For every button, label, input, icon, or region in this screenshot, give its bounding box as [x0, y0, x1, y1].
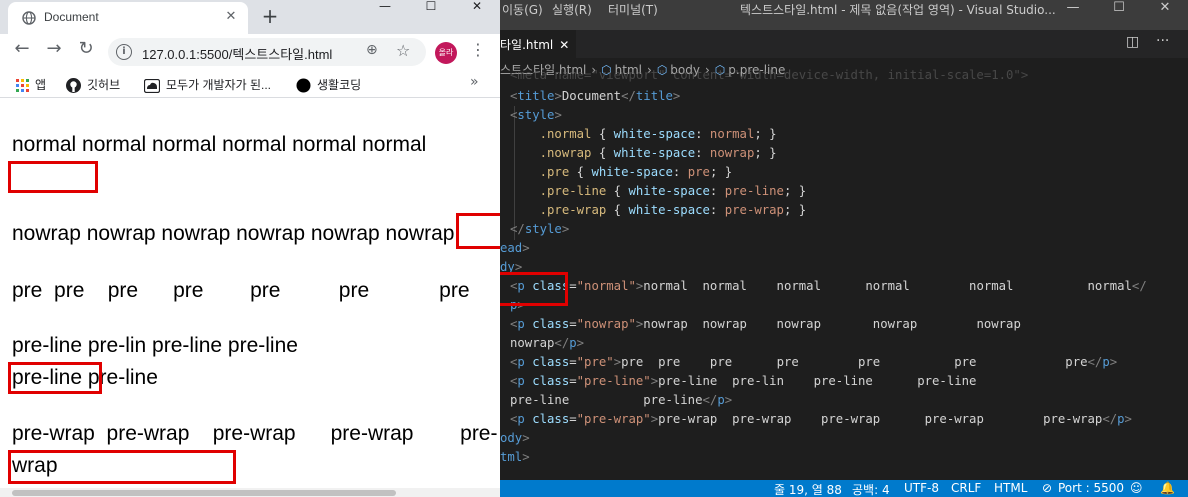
paragraph-normal: normal normal normal normal normal norma…	[12, 133, 427, 156]
code-line-8: .pre-wrap { white-space: pre-wrap; }	[539, 203, 807, 217]
status-language[interactable]: HTML	[994, 481, 1027, 495]
github-icon	[66, 78, 81, 94]
code-line-18: pre-line pre-line</p>	[510, 393, 733, 407]
bookmark-opentutorials[interactable]: 생활코딩	[296, 76, 361, 93]
bookmark-github[interactable]: 깃허브	[66, 76, 121, 94]
code-line-7: .pre-line { white-space: pre-line; }	[539, 184, 807, 198]
reload-icon[interactable]: ↻	[72, 38, 100, 66]
close-window-icon[interactable]: ✕	[454, 0, 500, 14]
code-line-19: <p class="pre-wrap">pre-wrap pre-wrap pr…	[510, 412, 1132, 426]
bookmarks-bar: 앱 깃허브 모두가 개발자가 된... 생활코딩 »	[0, 70, 500, 98]
tab-title: Document	[44, 10, 99, 24]
vscode-close-icon[interactable]: ✕	[1142, 0, 1188, 30]
code-line-4: .normal { white-space: normal; }	[539, 127, 777, 141]
bookmark-label: 깃허브	[87, 78, 121, 92]
tab-close-icon[interactable]: ✕	[220, 6, 242, 28]
editor-tab[interactable]: 타일.html ✕	[500, 30, 576, 58]
paragraph-pre: pre pre pre pre pre pre pre	[12, 279, 470, 302]
bookmark-star-icon[interactable]: ☆	[396, 41, 410, 60]
code-line-16: <p class="pre">pre pre pre pre pre pre p…	[510, 355, 1118, 369]
status-eol[interactable]: CRLF	[951, 481, 981, 495]
code-line-14: <p class="nowrap">nowrap nowrap nowrap n…	[510, 317, 1021, 331]
vscode-window-title: 텍스트스타일.html - 제목 없음(작업 영역) - Visual Stud…	[740, 3, 1056, 17]
notifications-bell-icon[interactable]: 🔔	[1160, 481, 1175, 495]
code-line-3: <style>	[510, 108, 562, 122]
live-server-icon: ⊘	[1042, 481, 1053, 495]
browser-window: Document ✕ + — ☐ ✕ ← → ↻ i 127.0.0.1:550…	[0, 0, 500, 497]
bookmark-label: 모두가 개발자가 된...	[166, 78, 271, 92]
bookmark-label: 생활코딩	[317, 78, 362, 92]
globe-icon	[22, 11, 36, 25]
editor-tab-label: 타일.html	[500, 38, 554, 52]
editor-tab-close-icon[interactable]: ✕	[559, 38, 569, 52]
bookmark-apps[interactable]: 앱	[16, 76, 46, 93]
url-text[interactable]: 127.0.0.1:5500/텍스트스타일.html	[142, 44, 332, 63]
vscode-maximize-icon[interactable]: ☐	[1096, 0, 1142, 30]
split-editor-icon[interactable]: ◫	[1126, 34, 1139, 50]
highlight-box-pre-line	[8, 362, 102, 394]
highlight-box-pre-wrap	[8, 450, 236, 484]
horizontal-scrollbar[interactable]	[0, 488, 500, 497]
status-live-server-port[interactable]: Port : 5500	[1058, 481, 1124, 495]
browser-tab[interactable]: Document ✕	[8, 2, 248, 34]
maximize-icon[interactable]: ☐	[408, 0, 454, 14]
status-bar: 줄 19, 열 88 공백: 4 UTF-8 CRLF HTML ⊘ Port …	[500, 480, 1188, 497]
code-line-1: <meta name="viewport" content="width=dev…	[510, 68, 1029, 82]
code-line-12: <p class="normal">normal normal normal n…	[510, 279, 1147, 293]
editor-more-icon[interactable]: ···	[1156, 33, 1169, 49]
code-line-2: <title>Document</title>	[510, 89, 681, 103]
code-line-9: </style>	[510, 222, 570, 236]
forward-icon[interactable]: →	[40, 38, 68, 66]
new-tab-button[interactable]: +	[258, 4, 282, 28]
code-editor[interactable]: <meta name="viewport" content="width=dev…	[500, 68, 1188, 480]
status-cursor-position[interactable]: 줄 19, 열 88	[774, 481, 842, 497]
code-line-15: nowrap</p>	[510, 336, 585, 350]
code-line-21: tml>	[500, 450, 530, 464]
editor-tab-strip: 타일.html ✕ ◫ ···	[500, 30, 1188, 58]
vscode-titlebar: 이동(G) 실행(R) 터미널(T) 텍스트스타일.html - 제목 없음(작…	[500, 0, 1188, 30]
menu-go[interactable]: 이동(G)	[502, 1, 543, 18]
vscode-minimize-icon[interactable]: —	[1050, 0, 1096, 30]
paragraph-nowrap: nowrap nowrap nowrap nowrap nowrap nowra…	[12, 222, 455, 245]
feedback-icon[interactable]: ☺	[1130, 481, 1143, 495]
menu-terminal[interactable]: 터미널(T)	[608, 1, 658, 18]
highlight-box-code	[500, 272, 568, 306]
profile-avatar[interactable]: 올라	[435, 42, 457, 64]
back-icon[interactable]: ←	[8, 38, 36, 66]
minimize-icon[interactable]: —	[362, 0, 408, 14]
bookmark-label: 앱	[35, 78, 47, 92]
menu-run[interactable]: 실행(R)	[552, 1, 592, 18]
page-content: normal normal normal normal normal norma…	[0, 99, 500, 497]
zoom-icon[interactable]: ⊕	[366, 42, 378, 58]
site-info-icon[interactable]: i	[116, 44, 132, 60]
status-encoding[interactable]: UTF-8	[904, 481, 939, 495]
apps-grid-icon	[16, 79, 29, 93]
status-indentation[interactable]: 공백: 4	[852, 481, 890, 497]
cloud-icon	[144, 78, 160, 93]
code-line-5: .nowrap { white-space: nowrap; }	[539, 146, 777, 160]
vscode-window: 이동(G) 실행(R) 터미널(T) 텍스트스타일.html - 제목 없음(작…	[500, 0, 1188, 497]
bookmarks-more-icon[interactable]: »	[470, 74, 479, 90]
bookmark-modoo[interactable]: 모두가 개발자가 된...	[144, 76, 271, 93]
highlight-box-normal	[8, 161, 98, 193]
code-line-17: <p class="pre-line">pre-line pre-lin pre…	[510, 374, 977, 388]
browser-toolbar: ← → ↻ i 127.0.0.1:5500/텍스트스타일.html ⊕ ☆ 올…	[0, 34, 500, 70]
scrollbar-thumb[interactable]	[12, 490, 396, 496]
address-bar[interactable]: i 127.0.0.1:5500/텍스트스타일.html ⊕ ☆	[108, 38, 426, 66]
browser-menu-icon[interactable]: ⋮	[470, 40, 486, 59]
code-line-20: ody>	[500, 431, 530, 445]
browser-tab-strip: Document ✕ + — ☐ ✕	[0, 0, 500, 34]
code-line-6: .pre { white-space: pre; }	[539, 165, 733, 179]
code-line-10: ead>	[500, 241, 530, 255]
black-circle-icon	[296, 78, 311, 93]
highlight-box-nowrap	[456, 213, 500, 249]
